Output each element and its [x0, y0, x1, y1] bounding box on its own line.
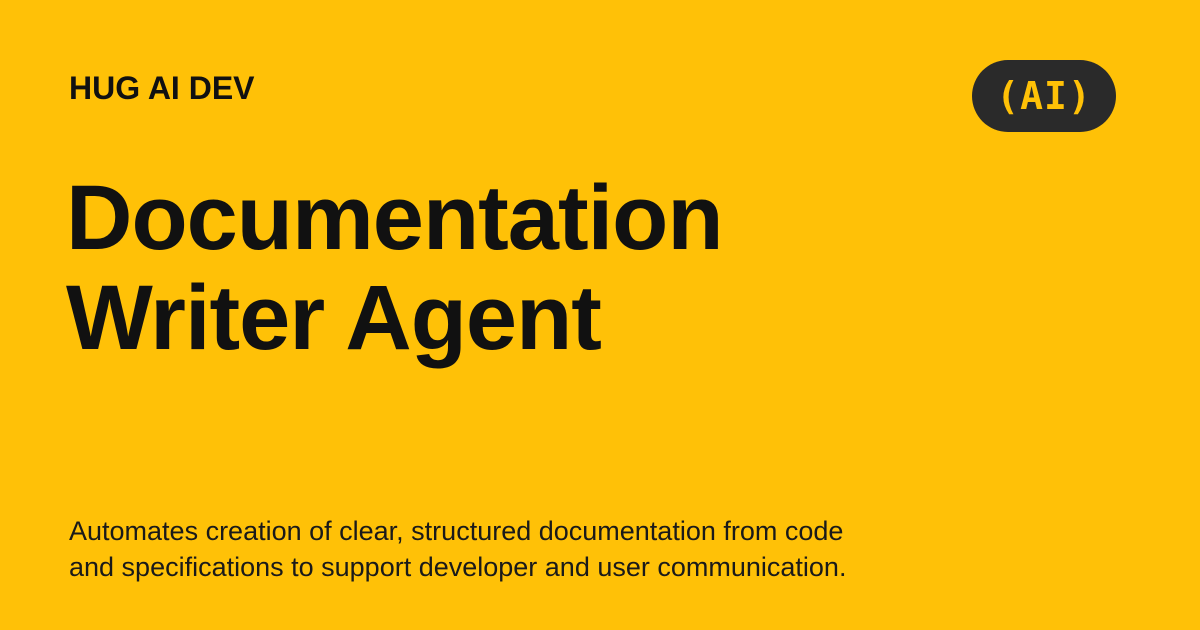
ai-logo-badge: (AI): [972, 60, 1116, 132]
ai-logo-text: (AI): [996, 74, 1092, 118]
page-title-line-1: Documentation: [66, 167, 724, 269]
page-title-line-2: Writer Agent: [66, 267, 602, 369]
page-description: Automates creation of clear, structured …: [69, 513, 949, 585]
social-card: HUG AI DEV (AI) Documentation Writer Age…: [0, 0, 1200, 630]
page-description-line-2: and specifications to support developer …: [69, 552, 847, 582]
page-description-line-1: Automates creation of clear, structured …: [69, 516, 844, 546]
page-title: Documentation Writer Agent: [66, 168, 1066, 368]
brand-name: HUG AI DEV: [69, 70, 255, 106]
